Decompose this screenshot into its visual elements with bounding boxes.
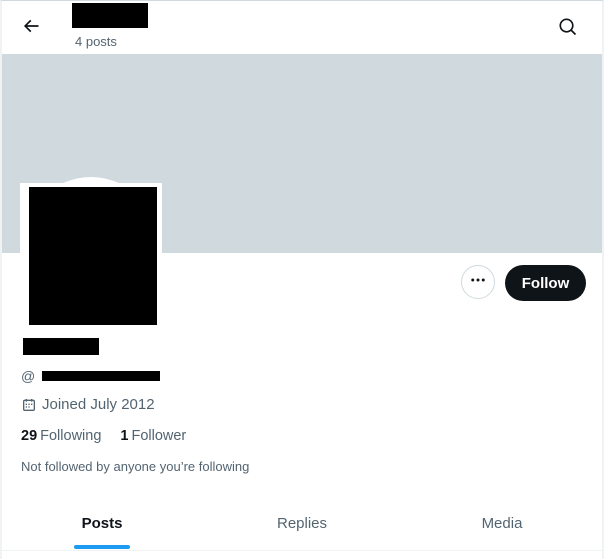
following-count: 29: [21, 428, 38, 444]
handle: @: [21, 367, 161, 385]
profile-header: 4 posts: [2, 1, 602, 54]
handle-redacted: [42, 371, 161, 381]
arrow-left-icon: [21, 16, 41, 41]
follow-button[interactable]: Follow: [505, 265, 586, 301]
active-tab-indicator: [74, 545, 130, 549]
joined-text: Joined July 2012: [42, 396, 155, 413]
joined-date: Joined July 2012: [21, 396, 155, 413]
tab-replies-label: Replies: [276, 515, 328, 532]
display-name-redacted: [23, 338, 99, 355]
post-count: 4 posts: [75, 34, 117, 49]
calendar-icon: [21, 397, 37, 413]
tab-posts[interactable]: Posts: [2, 497, 202, 550]
following-link[interactable]: 29 Following: [21, 428, 101, 444]
more-options-button[interactable]: [461, 265, 495, 299]
tab-media[interactable]: Media: [402, 497, 602, 550]
search-button[interactable]: [550, 11, 586, 47]
mutual-followers-note: Not followed by anyone you’re following: [21, 459, 250, 474]
tab-posts-label: Posts: [81, 515, 123, 532]
more-horizontal-icon: [469, 271, 487, 294]
tab-media-label: Media: [481, 515, 523, 532]
avatar[interactable]: [29, 187, 157, 325]
profile-tabs: Posts Replies Media: [2, 497, 602, 551]
follow-stats: 29 Following 1 Follower: [21, 428, 205, 444]
handle-prefix: @: [21, 368, 36, 384]
search-icon: [558, 17, 578, 42]
following-label: Following: [40, 428, 102, 444]
followers-link[interactable]: 1 Follower: [120, 428, 186, 444]
followers-count: 1: [120, 428, 129, 444]
followers-label: Follower: [131, 428, 187, 444]
tab-replies[interactable]: Replies: [202, 497, 402, 550]
profile-page: 4 posts Follow @ Joined July 2012 29 Foll…: [0, 0, 604, 559]
header-name-redacted: [72, 3, 148, 28]
back-button[interactable]: [14, 11, 48, 45]
